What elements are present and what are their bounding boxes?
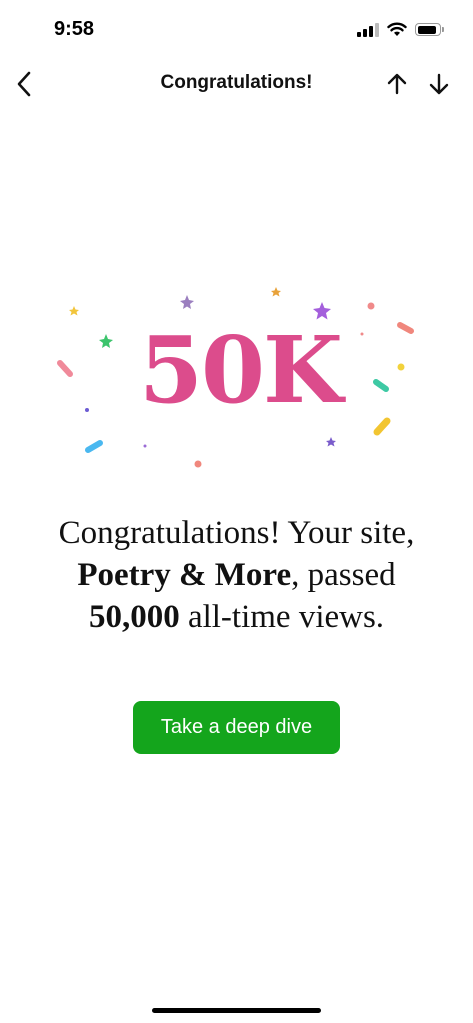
status-time: 9:58 [54,18,95,40]
message-text-1: Congratulations! Your site, [58,515,415,551]
milestone-badge: 50K [50,280,430,480]
signal-icon [357,22,379,37]
battery-icon [415,23,444,36]
wifi-icon [387,22,407,36]
status-bar: 9:58 [0,0,473,60]
previous-button[interactable] [381,68,413,100]
views-count: 50,000 [88,599,180,635]
arrow-up-icon [387,73,407,95]
message-text-3: all-time views. [179,599,385,635]
next-button[interactable] [423,68,455,100]
site-name: Poetry & More [77,557,292,593]
nav-bar: Congratulations! [0,60,473,108]
message-text-2: , passed [291,557,396,593]
deep-dive-button[interactable]: Take a deep dive [133,701,340,754]
congratulations-message: Congratulations! Your site, Poetry & Mor… [40,512,433,638]
status-icons [357,22,444,37]
milestone-count-badge: 50K [139,316,343,424]
arrow-down-icon [429,73,449,95]
home-indicator [152,1008,321,1013]
